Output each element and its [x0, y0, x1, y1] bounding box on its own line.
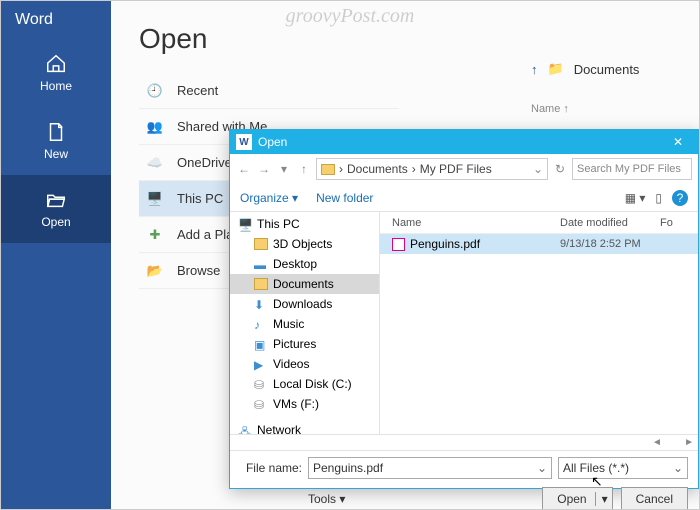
video-icon: ▶ — [254, 358, 268, 370]
organize-menu[interactable]: Organize ▾ — [240, 191, 298, 205]
dialog-titlebar: W Open ✕ — [230, 130, 698, 154]
tree-videos[interactable]: ▶Videos — [230, 354, 379, 374]
folder-icon — [321, 164, 335, 175]
desktop-icon: ▬ — [254, 258, 268, 270]
help-button[interactable]: ? — [672, 190, 688, 206]
pictures-icon: ▣ — [254, 338, 268, 350]
tree-desktop[interactable]: ▬Desktop — [230, 254, 379, 274]
place-label: Recent — [177, 83, 218, 98]
download-icon: ⬇ — [254, 298, 268, 310]
disk-icon: ⛁ — [254, 378, 268, 390]
folder-icon: 📂 — [145, 261, 165, 281]
col-type[interactable]: Fo — [660, 217, 673, 229]
pdf-icon — [392, 238, 405, 251]
folder-icon: 📁 — [548, 61, 564, 77]
page-title: Open — [139, 23, 671, 55]
dialog-title: Open — [258, 135, 658, 149]
up-arrow-icon[interactable]: ↑ — [531, 62, 538, 77]
column-header-name[interactable]: Name ↑ — [531, 103, 639, 115]
search-input[interactable]: Search My PDF Files — [572, 158, 692, 180]
folder-open-icon — [45, 189, 67, 211]
file-row[interactable]: Penguins.pdf 9/13/18 2:52 PM — [380, 234, 698, 254]
plus-icon: ✚ — [145, 225, 165, 245]
tree-downloads[interactable]: ⬇Downloads — [230, 294, 379, 314]
home-icon — [45, 53, 67, 75]
path-seg[interactable]: My PDF Files — [420, 162, 492, 176]
nav-home[interactable]: Home — [1, 39, 111, 107]
refresh-button[interactable]: ↻ — [552, 162, 568, 176]
people-icon: 👥 — [145, 117, 165, 137]
tree-3dobjects[interactable]: 3D Objects — [230, 234, 379, 254]
place-label: OneDrive — [177, 155, 232, 170]
place-label: This PC — [177, 191, 223, 206]
nav-label: Open — [41, 215, 70, 229]
place-recent[interactable]: 🕘 Recent — [139, 73, 399, 109]
col-date[interactable]: Date modified — [560, 217, 660, 229]
recent-dd[interactable]: ▾ — [276, 162, 292, 176]
nav-label: Home — [40, 79, 72, 93]
pc-icon: 🖥️ — [145, 189, 165, 209]
music-icon: ♪ — [254, 318, 268, 330]
nav-open[interactable]: Open — [1, 175, 111, 243]
open-button[interactable]: Open▾ — [542, 487, 612, 510]
tree-network[interactable]: 🖧Network — [230, 420, 379, 434]
cloud-icon: ☁️ — [145, 153, 165, 173]
tree-vms[interactable]: ⛁VMs (F:) — [230, 394, 379, 414]
brand: Word — [1, 1, 111, 39]
tree-localdisk[interactable]: ⛁Local Disk (C:) — [230, 374, 379, 394]
col-name[interactable]: Name — [380, 217, 560, 229]
new-folder-button[interactable]: New folder — [316, 191, 373, 205]
folder-icon — [254, 278, 268, 290]
filename-label: File name: — [240, 461, 302, 475]
open-dialog: W Open ✕ ← → ▾ ↑ › Documents › My PDF Fi… — [229, 129, 699, 489]
preview-pane-button[interactable]: ▯ — [655, 191, 662, 205]
tree-pictures[interactable]: ▣Pictures — [230, 334, 379, 354]
file-name: Penguins.pdf — [410, 237, 480, 251]
folder-icon — [254, 238, 268, 250]
path-seg[interactable]: Documents — [347, 162, 408, 176]
filter-select[interactable]: All Files (*.*)⌄ — [558, 457, 688, 479]
view-button[interactable]: ▦ ▾ — [625, 191, 646, 205]
network-icon: 🖧 — [238, 424, 252, 434]
nav-new[interactable]: New — [1, 107, 111, 175]
word-icon: W — [236, 134, 252, 150]
back-button[interactable]: ← — [236, 162, 252, 176]
pc-icon: 🖥️ — [238, 218, 252, 230]
clock-icon: 🕘 — [145, 81, 165, 101]
location-label: Documents — [574, 62, 640, 77]
filename-input[interactable]: Penguins.pdf ⌄ — [308, 457, 552, 479]
address-bar[interactable]: › Documents › My PDF Files ⌄ — [316, 158, 548, 180]
up-button[interactable]: ↑ — [296, 162, 312, 176]
h-scrollbar[interactable]: ◄ ► — [230, 434, 698, 450]
open-dropdown[interactable]: ▾ — [595, 492, 608, 506]
disk-icon: ⛁ — [254, 398, 268, 410]
forward-button[interactable]: → — [256, 162, 272, 176]
tree-music[interactable]: ♪Music — [230, 314, 379, 334]
tools-menu[interactable]: Tools ▾ — [308, 492, 345, 506]
tree-thispc[interactable]: 🖥️This PC — [230, 214, 379, 234]
close-button[interactable]: ✕ — [658, 135, 698, 149]
cancel-button[interactable]: Cancel — [621, 487, 688, 510]
nav-label: New — [44, 147, 68, 161]
page-icon — [45, 121, 67, 143]
file-list: Name Date modified Fo Penguins.pdf 9/13/… — [380, 212, 698, 434]
file-date: 9/13/18 2:52 PM — [560, 238, 660, 250]
nav-tree: 🖥️This PC 3D Objects ▬Desktop Documents … — [230, 212, 380, 434]
backstage-sidebar: Word Home New Open — [1, 1, 111, 510]
tree-documents[interactable]: Documents — [230, 274, 379, 294]
place-label: Browse — [177, 263, 220, 278]
